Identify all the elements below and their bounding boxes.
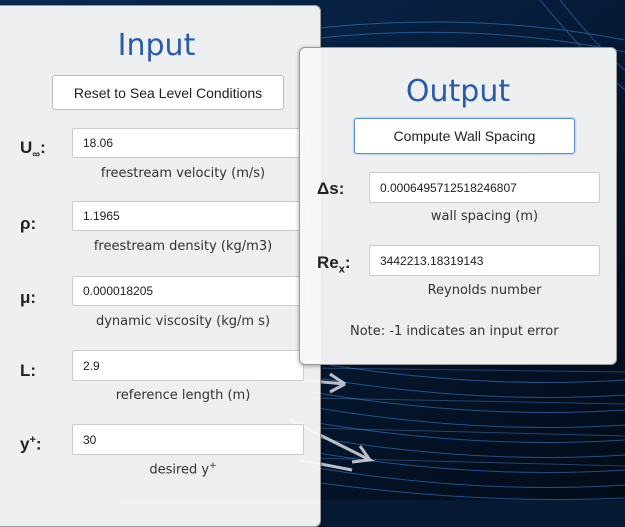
output-panel: Output Compute Wall Spacing Δs: wall spa…	[299, 47, 617, 365]
viscosity-symbol: μ:	[20, 288, 37, 307]
wall-spacing-description: wall spacing (m)	[430, 209, 539, 224]
density-input[interactable]	[72, 201, 312, 231]
length-symbol: L:	[20, 361, 37, 380]
viscosity-input[interactable]	[72, 276, 312, 306]
yplus-input[interactable]	[72, 424, 304, 455]
length-description: reference length (m)	[115, 388, 251, 403]
viscosity-description: dynamic viscosity (kg/m s)	[95, 314, 271, 329]
compute-wall-spacing-button[interactable]: Compute Wall Spacing	[354, 118, 575, 154]
velocity-description: freestream velocity (m/s)	[100, 166, 266, 181]
reynolds-symbol: Rex:	[317, 253, 351, 276]
output-title: Output	[405, 74, 511, 109]
density-description: freestream density (kg/m3)	[93, 239, 273, 254]
length-input[interactable]	[72, 350, 304, 381]
error-note: Note: -1 indicates an input error	[350, 324, 559, 339]
velocity-input[interactable]	[72, 128, 312, 158]
reset-sea-level-button[interactable]: Reset to Sea Level Conditions	[52, 75, 284, 110]
density-symbol: ρ:	[20, 214, 37, 233]
wall-spacing-output[interactable]	[369, 172, 600, 203]
reynolds-description: Reynolds number	[427, 283, 542, 298]
yplus-description: desired y+	[149, 461, 217, 478]
reynolds-output[interactable]	[369, 245, 600, 276]
wall-spacing-symbol: Δs:	[317, 179, 345, 198]
yplus-symbol: y+:	[20, 434, 42, 454]
input-panel: Input Reset to Sea Level Conditions U∞: …	[0, 5, 321, 527]
input-title: Input	[117, 28, 196, 63]
velocity-symbol: U∞:	[20, 138, 46, 161]
